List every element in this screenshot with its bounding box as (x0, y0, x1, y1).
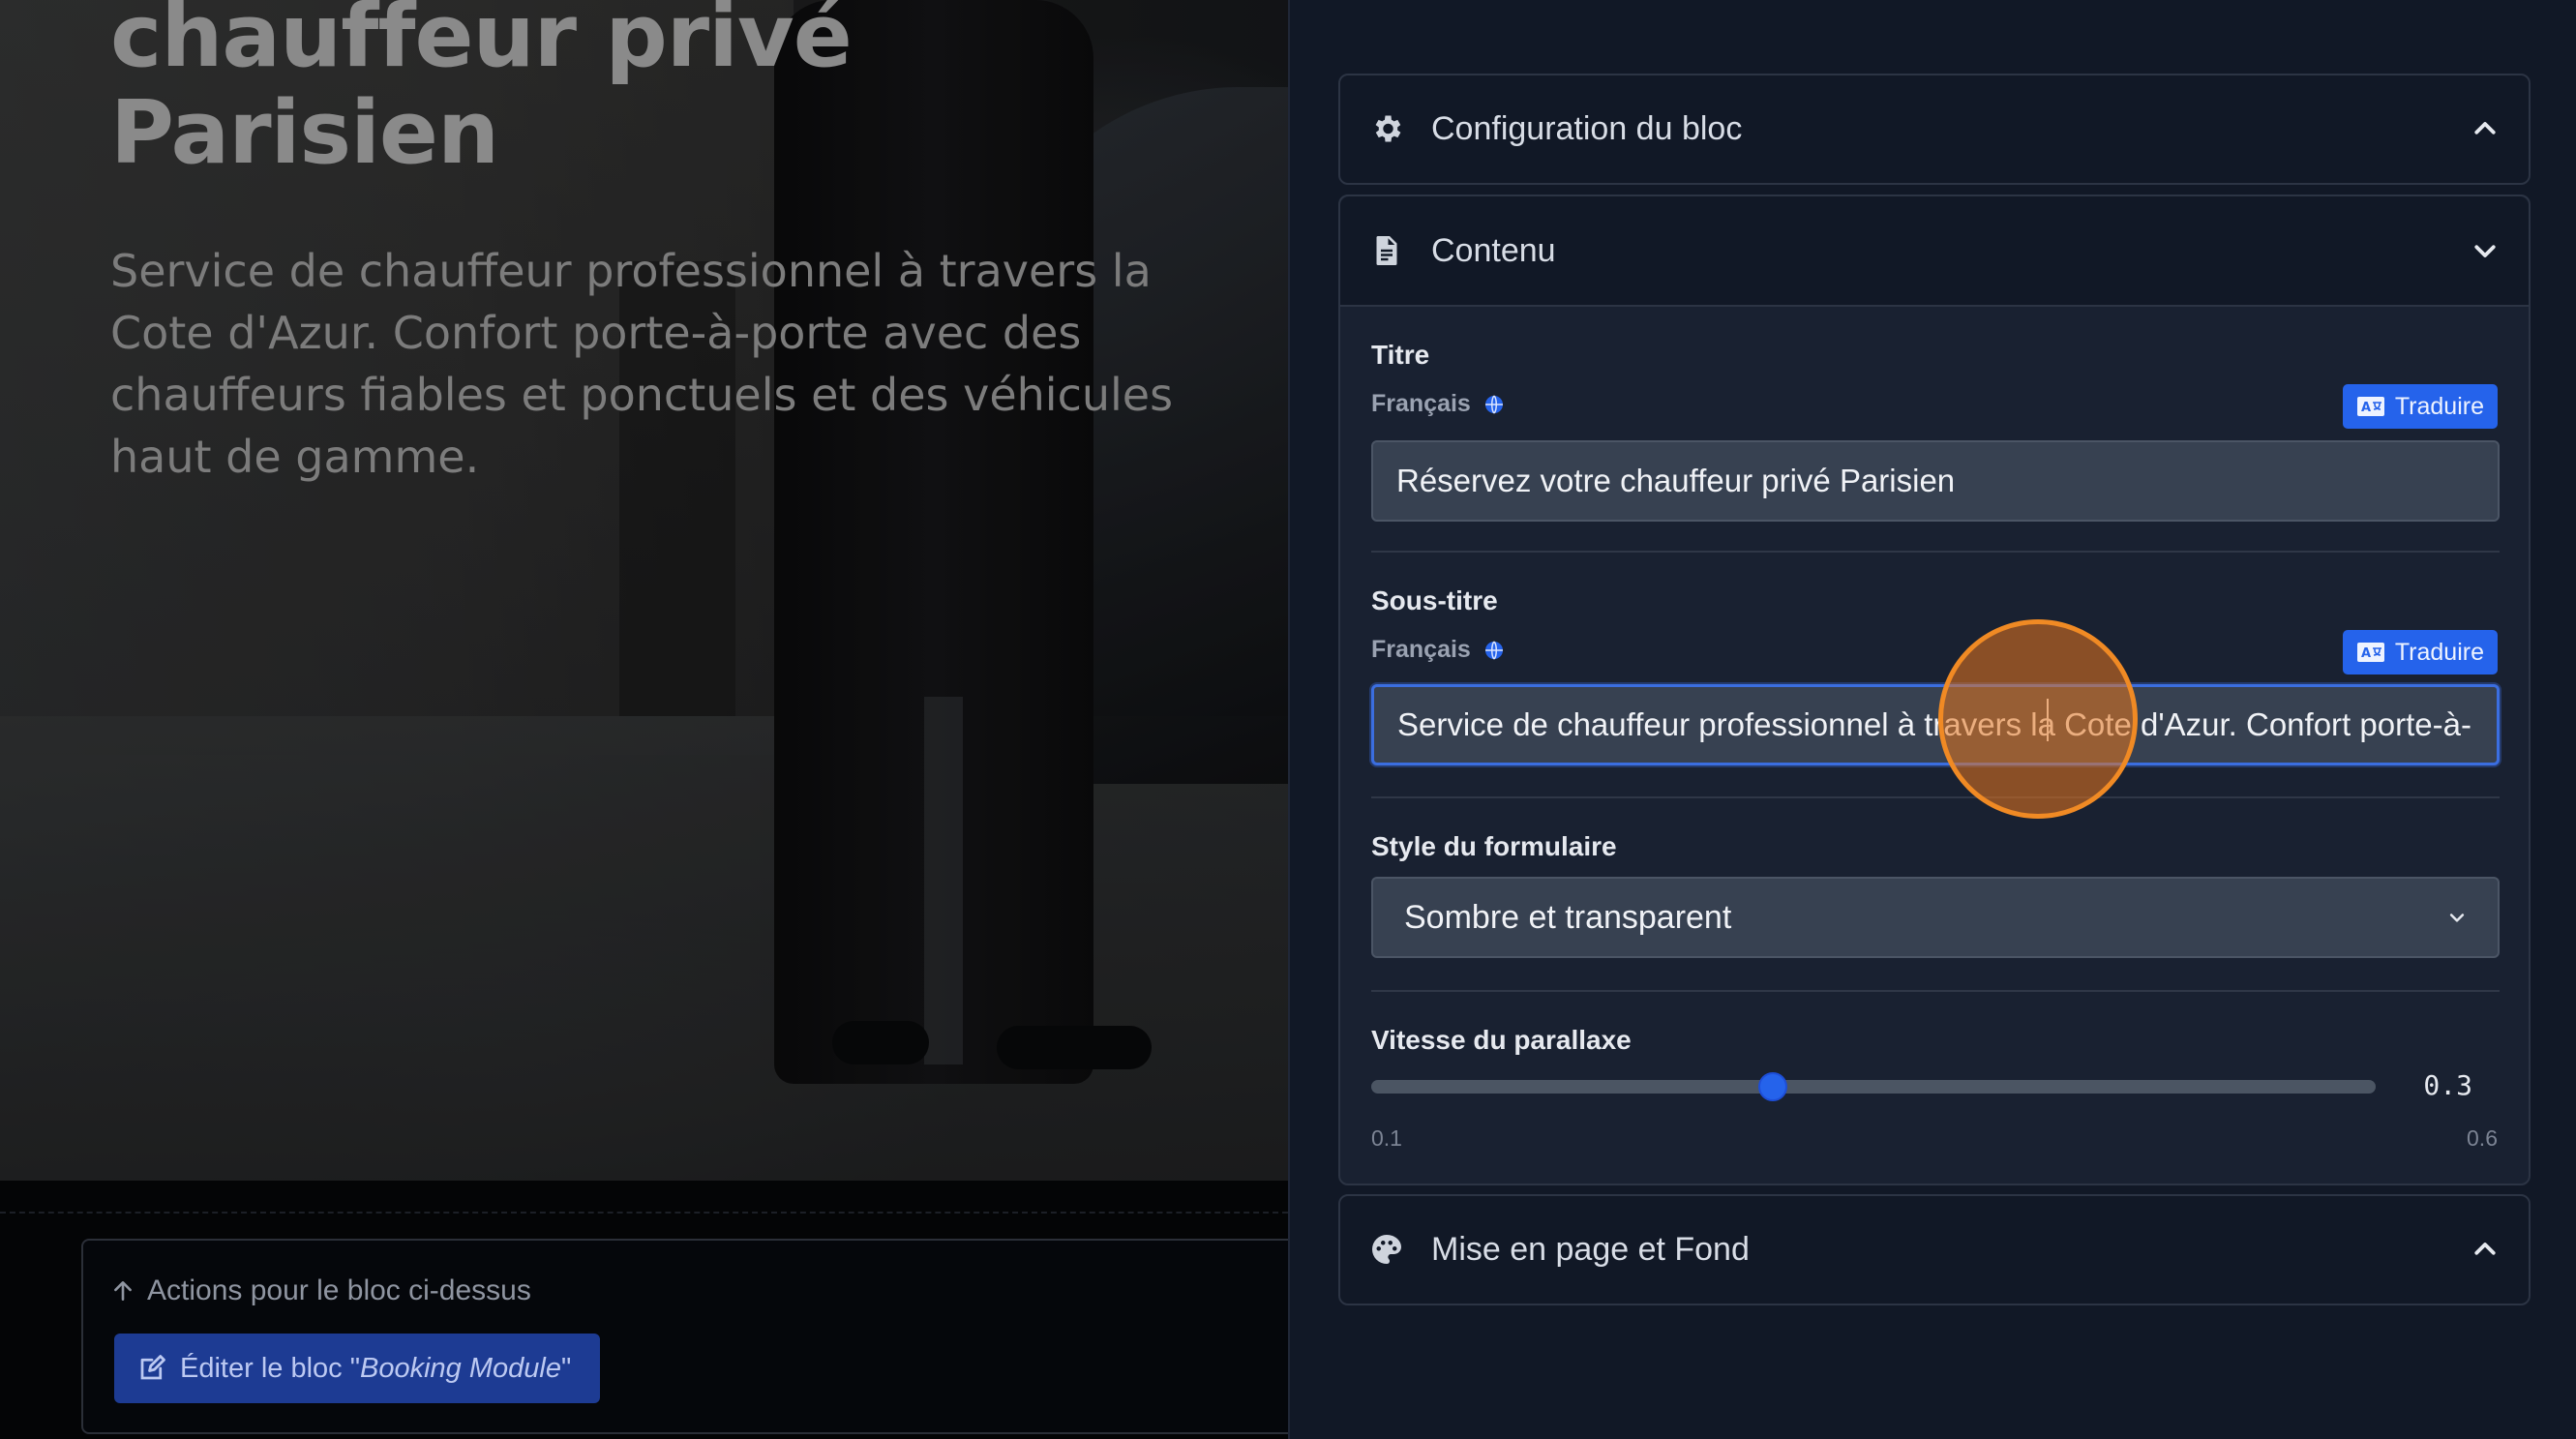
config-section: Configuration du bloc (1338, 74, 2531, 185)
layout-section-title: Mise en page et Fond (1431, 1230, 1750, 1268)
svg-text:A: A (2361, 646, 2371, 661)
content-section-header[interactable]: Contenu (1340, 196, 2529, 307)
config-section-header[interactable]: Configuration du bloc (1340, 75, 2529, 182)
hero-subtitle: Service de chauffeur professionnel à tra… (110, 245, 1174, 483)
parallax-min-label: 0.1 (1371, 1125, 1402, 1151)
parallax-max-label: 0.6 (2467, 1125, 2498, 1151)
translate-icon: A (2356, 643, 2384, 662)
globe-icon (1484, 640, 1503, 660)
edit-block-label: Éditer le bloc "Booking Module" (180, 1352, 572, 1384)
layout-section-header[interactable]: Mise en page et Fond (1340, 1196, 2529, 1303)
settings-panel: Configuration du bloc Contenu Titre Fran… (1288, 0, 2576, 1439)
content-section: Contenu Titre Français A Traduire Réserv… (1338, 195, 2531, 1185)
block-actions-label: Actions pour le bloc ci-dessus (110, 1272, 531, 1310)
subtitle-input[interactable] (1371, 684, 2500, 765)
subtitle-field-label: Sous-titre (1371, 585, 1498, 615)
svg-text:A: A (2361, 401, 2371, 415)
edit-block-button[interactable]: Éditer le bloc "Booking Module" (114, 1334, 601, 1403)
text-cursor (2047, 699, 2049, 741)
block-actions-panel: Actions pour le bloc ci-dessus Éditer le… (81, 1239, 1288, 1434)
config-section-title: Configuration du bloc (1431, 109, 1743, 147)
chevron-down-icon (2449, 914, 2465, 922)
parallax-slider-track[interactable] (1371, 1080, 2376, 1094)
document-icon (1376, 236, 1397, 265)
subtitle-language-label: Français (1371, 636, 1506, 664)
globe-icon (1484, 394, 1503, 414)
hero-title: chauffeur privé Parisien (110, 0, 853, 184)
title-translate-button[interactable]: A Traduire (2342, 384, 2498, 429)
parallax-slider-thumb[interactable] (1758, 1072, 1788, 1101)
content-section-title: Contenu (1431, 231, 1556, 269)
title-language-label: Français (1371, 390, 1506, 418)
field-separator (1371, 551, 2500, 553)
block-actions-text: Actions pour le bloc ci-dessus (147, 1274, 531, 1306)
edit-block-name: Booking Module (360, 1352, 561, 1384)
field-separator (1371, 990, 2500, 992)
hero-section: chauffeur privé Parisien Service de chau… (0, 0, 1288, 1181)
title-field-label: Titre (1371, 340, 1430, 370)
layout-section: Mise en page et Fond (1338, 1194, 2531, 1305)
app-root: chauffeur privé Parisien Service de chau… (0, 0, 2576, 1439)
page-preview: chauffeur privé Parisien Service de chau… (0, 0, 1288, 1439)
palette-icon (1372, 1235, 1401, 1264)
field-separator (1371, 796, 2500, 798)
block-divider (0, 1212, 1288, 1214)
chevron-down-icon (2474, 245, 2496, 257)
parallax-field-label: Vitesse du parallaxe (1371, 1025, 1632, 1055)
translate-icon: A (2356, 397, 2384, 416)
parallax-value: 0.3 (2423, 1069, 2472, 1101)
gear-icon (1375, 115, 1401, 142)
edit-icon (140, 1355, 165, 1380)
chevron-up-icon (2474, 1243, 2496, 1255)
form-style-selected-value: Sombre et transparent (1404, 898, 1732, 936)
form-style-field-label: Style du formulaire (1371, 831, 1617, 861)
title-input[interactable] (1371, 440, 2500, 522)
arrow-up-icon (114, 1281, 132, 1301)
chevron-up-icon (2474, 122, 2496, 135)
subtitle-translate-button[interactable]: A Traduire (2342, 630, 2498, 675)
form-style-select[interactable]: Sombre et transparent (1371, 877, 2500, 958)
